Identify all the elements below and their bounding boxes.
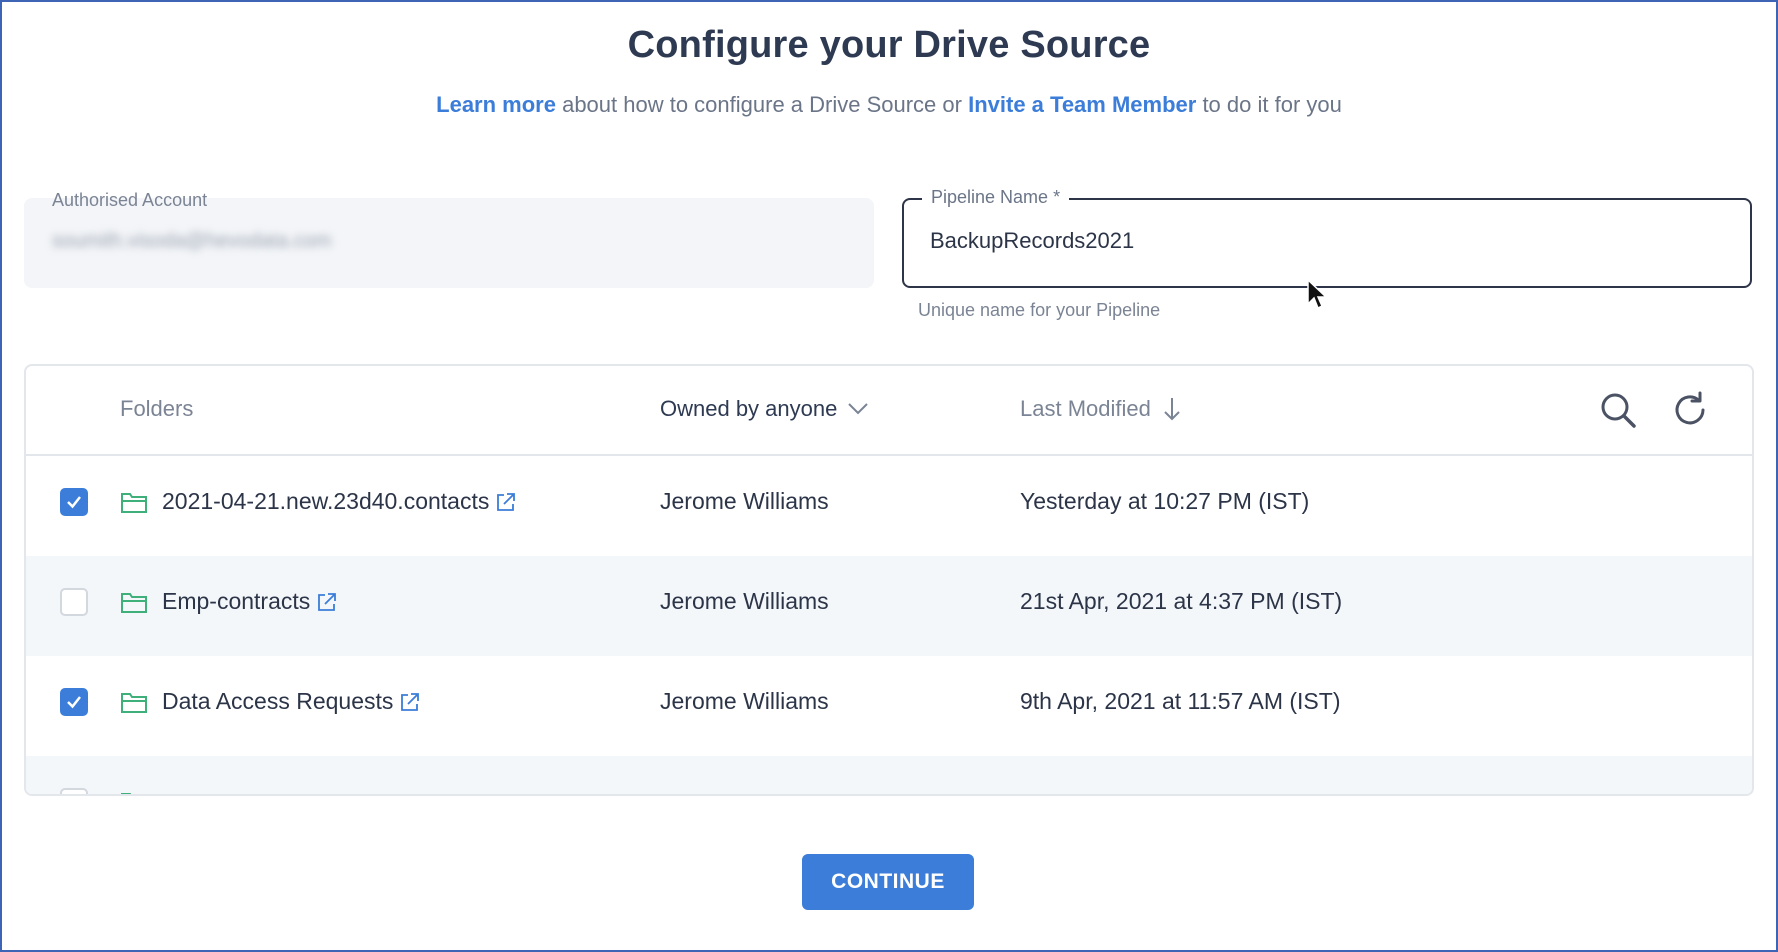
folder-icon	[121, 493, 147, 513]
refresh-icon[interactable]	[1670, 390, 1710, 430]
external-link-icon[interactable]	[316, 591, 338, 613]
folder-name-text: Data Access Requests	[162, 688, 394, 714]
pipeline-name-label: Pipeline Name *	[922, 187, 1070, 208]
authorised-account-value: soumith.visoda@hevodata.com	[52, 230, 332, 252]
folders-column-header: Folders	[120, 396, 194, 421]
row-checkbox[interactable]	[60, 688, 88, 716]
check-icon	[67, 496, 81, 509]
row-checkbox[interactable]	[60, 488, 88, 516]
page-title: Configure your Drive Source	[627, 24, 1151, 66]
pipeline-name-hint: Unique name for your Pipeline	[918, 300, 1161, 320]
folder-name-text: Emp-contracts	[162, 588, 311, 614]
owner-filter-dropdown[interactable]: Owned by anyone	[660, 396, 869, 422]
authorised-account-field: Authorised Account soumith.visoda@hevoda…	[24, 190, 874, 288]
search-icon[interactable]	[1598, 390, 1638, 430]
continue-button[interactable]: CONTINUE	[802, 854, 974, 910]
last-modified-label: Last Modified	[1020, 396, 1151, 421]
table-header: Folders Owned by anyone Last Modified	[26, 366, 1752, 456]
folder-owner: Jerome Williams	[660, 588, 829, 614]
folders-table: Folders Owned by anyone Last Modified 20…	[24, 364, 1754, 796]
table-row-partial[interactable]	[26, 756, 1752, 794]
pipeline-name-field[interactable]: Pipeline Name *	[902, 187, 1752, 288]
table-row[interactable]: Data Access Requests Jerome Williams 9th…	[26, 656, 1752, 756]
folder-name-text: 2021-04-21.new.23d40.contacts	[162, 488, 490, 514]
row-checkbox[interactable]	[60, 788, 88, 794]
page-subtitle: Learn more about how to configure a Driv…	[0, 92, 1778, 118]
row-checkbox[interactable]	[60, 588, 88, 616]
pipeline-name-input[interactable]	[930, 226, 1710, 256]
invite-team-member-link[interactable]: Invite a Team Member	[968, 92, 1196, 117]
folder-icon	[121, 793, 132, 794]
external-link-icon[interactable]	[399, 691, 421, 713]
arrow-down-icon	[1164, 398, 1180, 421]
external-link-icon[interactable]	[495, 491, 517, 513]
check-icon	[67, 696, 81, 709]
folder-owner: Jerome Williams	[660, 488, 829, 514]
folder-name: 2021-04-21.new.23d40.contacts	[162, 488, 517, 515]
subtitle-tail-text: to do it for you	[1196, 92, 1342, 117]
mouse-cursor-icon	[1307, 278, 1328, 310]
folder-modified: 21st Apr, 2021 at 4:37 PM (IST)	[1020, 588, 1343, 614]
chevron-down-icon	[848, 403, 869, 415]
last-modified-sort-header[interactable]: Last Modified	[1020, 396, 1181, 422]
folder-icon	[121, 593, 147, 613]
owner-filter-label: Owned by anyone	[660, 396, 838, 421]
folder-owner: Jerome Williams	[660, 688, 829, 714]
folder-modified: Yesterday at 10:27 PM (IST)	[1020, 488, 1310, 514]
folder-icon	[121, 693, 147, 713]
folder-name: Emp-contracts	[162, 588, 338, 615]
table-row[interactable]: Emp-contracts Jerome Williams 21st Apr, …	[26, 556, 1752, 656]
learn-more-link[interactable]: Learn more	[436, 92, 556, 117]
table-row[interactable]: 2021-04-21.new.23d40.contacts Jerome Wil…	[26, 456, 1752, 556]
folder-modified: 9th Apr, 2021 at 11:57 AM (IST)	[1020, 688, 1341, 714]
authorised-account-label: Authorised Account	[52, 190, 208, 210]
folder-name: Data Access Requests	[162, 688, 421, 715]
subtitle-middle-text: about how to configure a Drive Source or	[555, 92, 969, 117]
